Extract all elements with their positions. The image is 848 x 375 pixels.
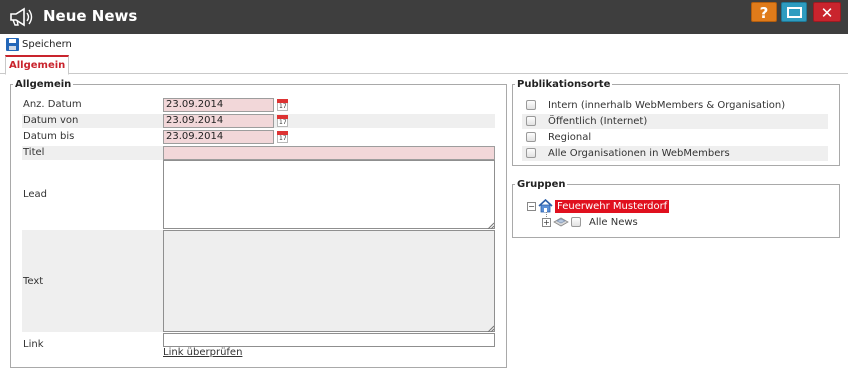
publikationsort-item: Alle Organisationen in WebMembers [522,146,828,161]
publikationsort-checkbox[interactable] [526,100,536,110]
publikationsort-checkbox[interactable] [526,132,536,142]
publikationsort-item: Intern (innerhalb WebMembers & Organisat… [522,98,828,113]
tab-allgemein[interactable]: Allgemein [5,55,70,75]
close-button[interactable]: ✕ [813,2,841,22]
titel-input[interactable] [163,146,495,160]
publikationsort-item: Regional [522,130,828,145]
resize-grip-icon[interactable] [487,221,495,230]
maximize-button[interactable] [781,2,807,22]
calendar-icon[interactable]: 17 [277,131,288,143]
tab-bar: Allgemein [0,55,848,75]
link-check-link[interactable]: Link überprüfen [163,347,242,358]
gruppen-legend: Gruppen [517,179,566,190]
publikationsort-label: Alle Organisationen in WebMembers [548,148,730,159]
lead-label: Lead [23,189,48,200]
close-icon: ✕ [820,4,834,22]
tree-collapse-icon[interactable]: − [527,202,536,211]
text-label: Text [23,276,44,287]
datum-bis-label: Datum bis [23,131,75,142]
toolbar: Speichern [0,34,848,54]
publikationsort-checkbox[interactable] [526,148,536,158]
window-title: Neue News [43,7,138,25]
megaphone-icon [10,7,33,27]
link-label: Link [23,339,44,350]
publikationsort-label: Intern (innerhalb WebMembers & Organisat… [548,100,786,111]
calendar-icon[interactable]: 17 [277,115,288,127]
allgemein-legend: Allgemein [15,79,72,90]
anz-datum-input[interactable]: 23.09.2014 [163,98,274,112]
anz-datum-label: Anz. Datum [23,99,82,110]
save-button[interactable]: Speichern [6,37,72,52]
text-textarea[interactable] [163,230,495,332]
window-titlebar: Neue News ? ✕ [0,0,848,34]
datum-von-label: Datum von [23,115,79,126]
publikationsort-item: Öffentlich (Internet) [522,114,828,129]
publikationsort-checkbox[interactable] [526,116,536,126]
help-button[interactable]: ? [751,2,777,22]
resize-grip-icon[interactable] [487,324,495,333]
alle-news-checkbox[interactable] [571,217,581,227]
publikationsort-label: Öffentlich (Internet) [548,116,648,127]
datum-von-input[interactable]: 23.09.2014 [163,114,274,128]
group-icon [553,217,569,227]
maximize-icon [787,7,802,18]
titel-label: Titel [23,147,45,158]
save-label: Speichern [22,39,72,50]
help-icon: ? [759,4,769,22]
tree-node-feuerwehr-musterdorf[interactable]: Feuerwehr Musterdorf [555,200,670,213]
floppy-disk-icon [6,38,19,51]
calendar-icon[interactable]: 17 [277,99,288,111]
tree-expand-icon[interactable]: + [542,218,551,227]
lead-textarea[interactable] [163,160,495,229]
tree-node-alle-news[interactable]: Alle News [589,217,638,228]
publikationsort-label: Regional [548,132,592,143]
house-icon [538,199,553,213]
datum-bis-input[interactable]: 23.09.2014 [163,130,274,144]
publikationsorte-legend: Publikationsorte [517,79,611,90]
link-input[interactable] [163,333,495,347]
